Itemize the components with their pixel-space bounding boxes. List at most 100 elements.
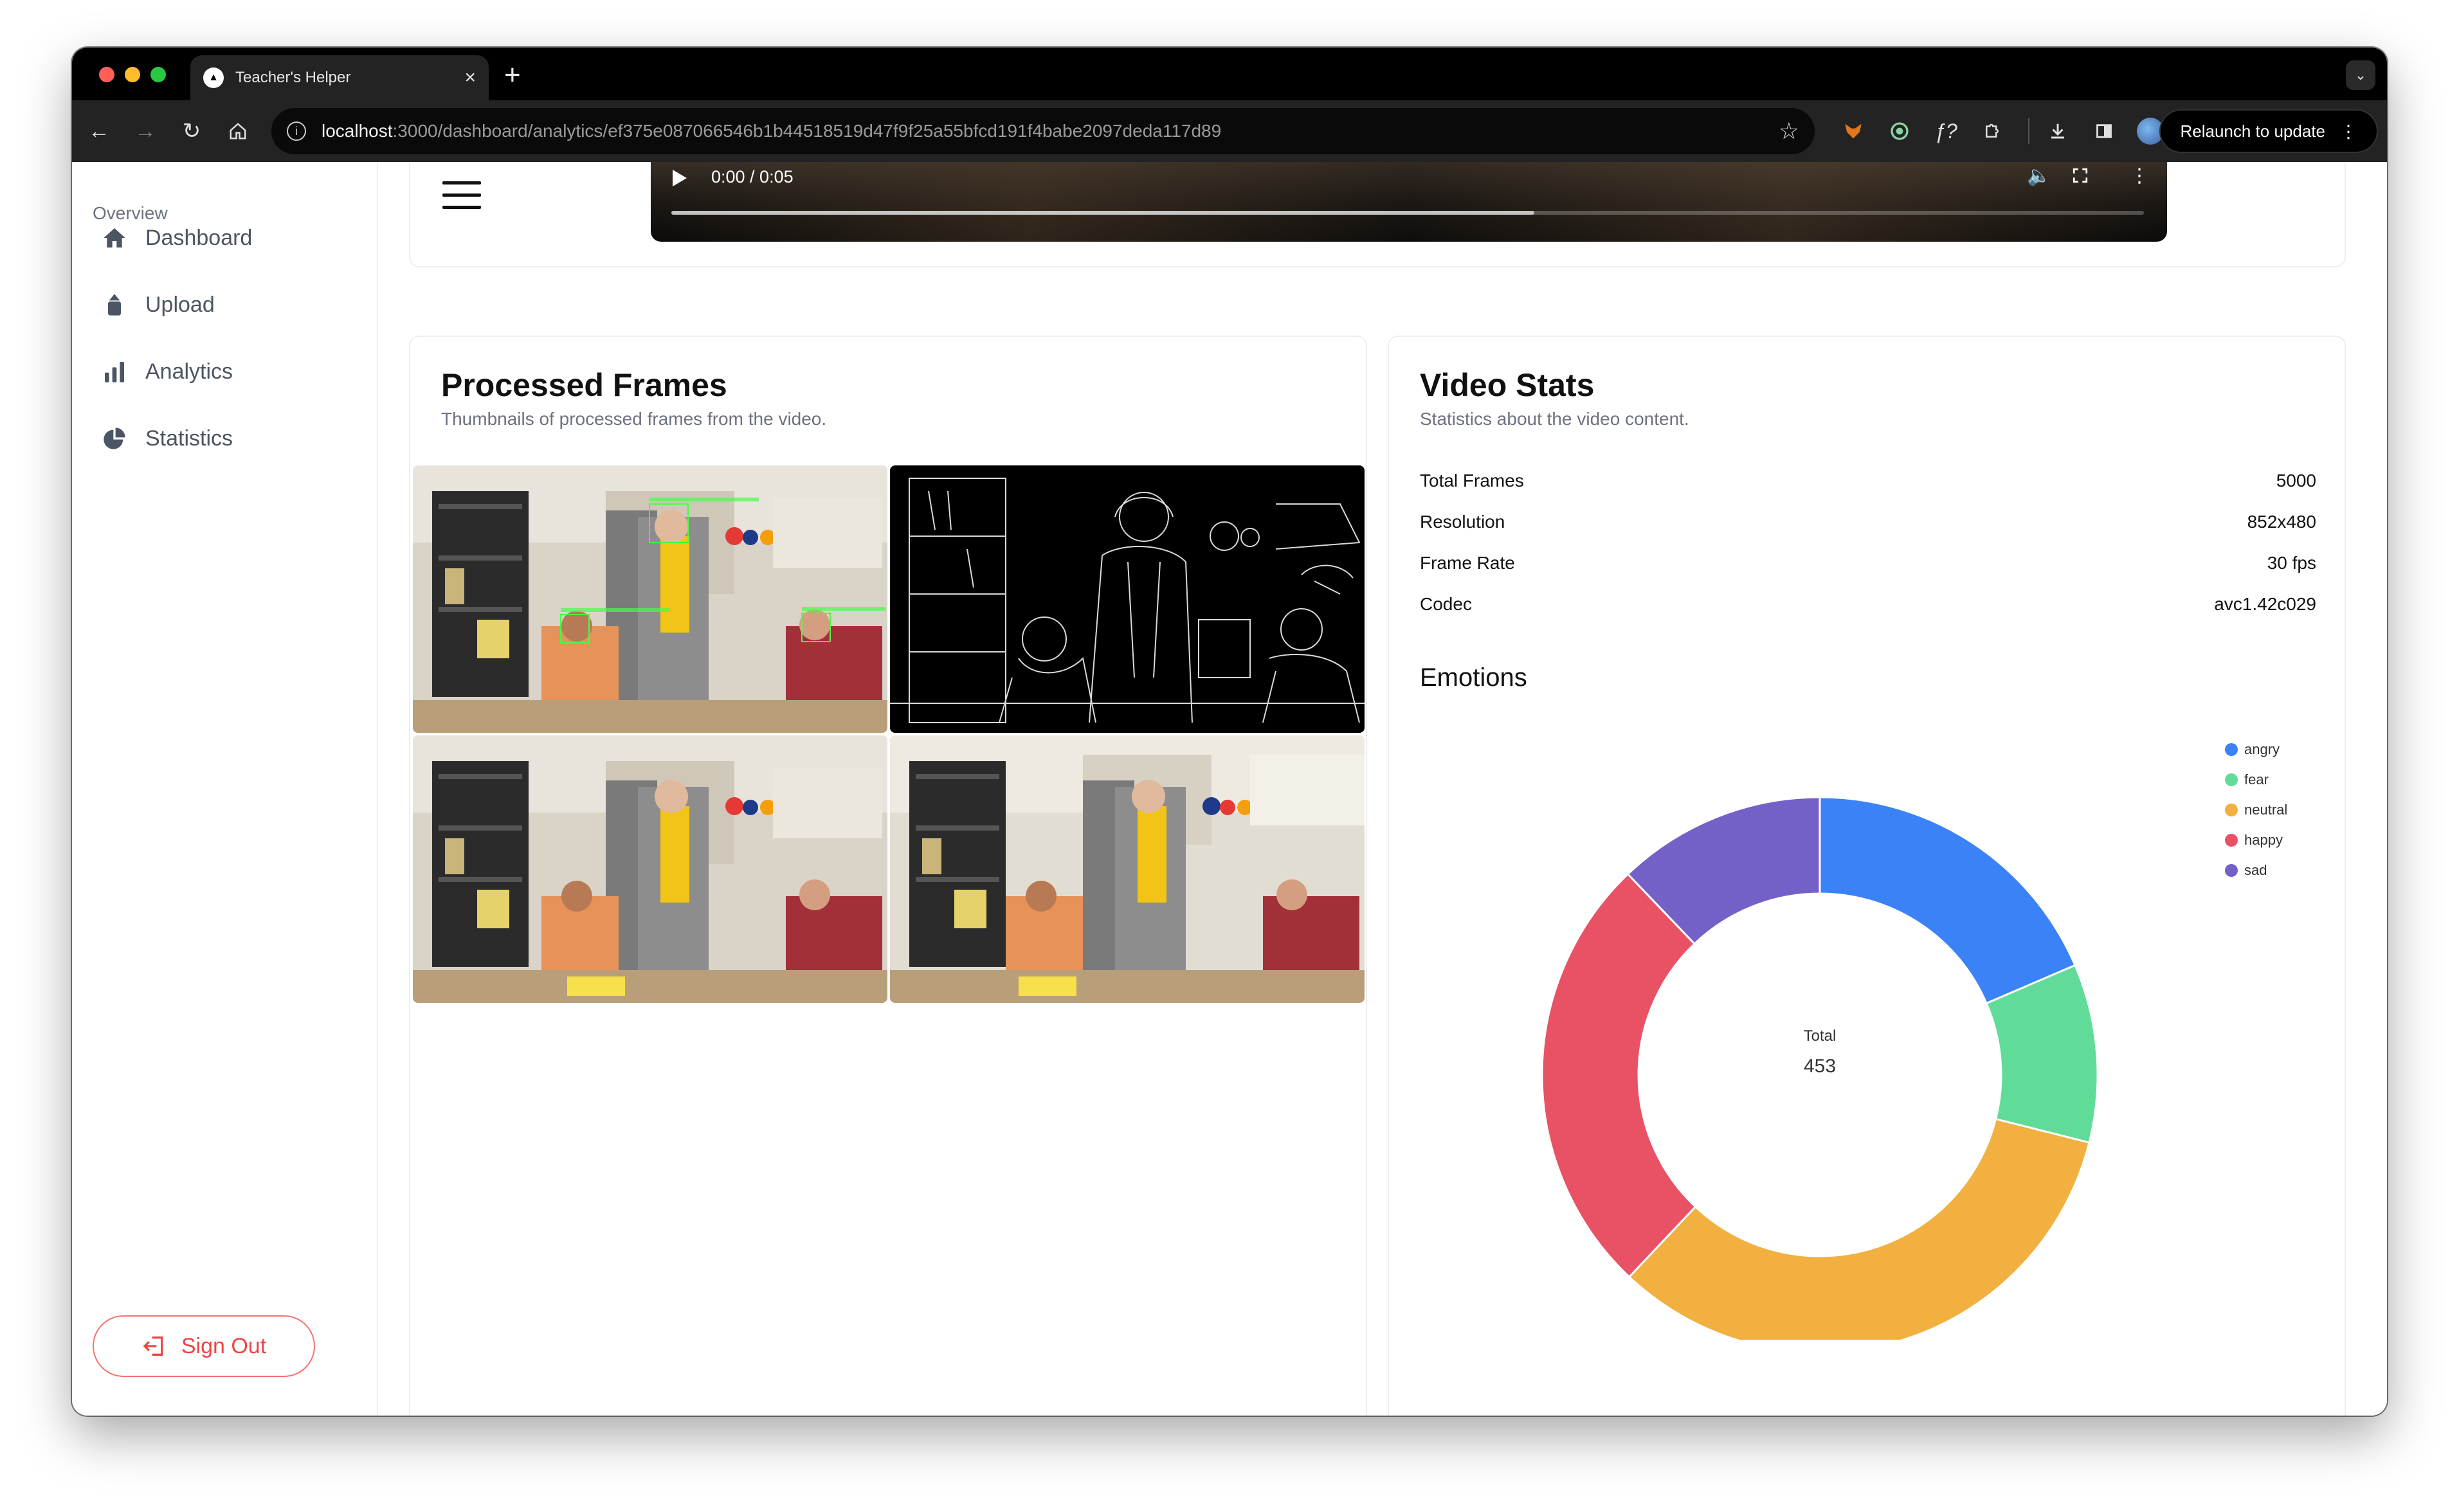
sign-out-icon [141,1333,167,1359]
donut-slice-neutral[interactable] [1628,1117,2091,1340]
toolbar-separator [2028,118,2029,144]
stat-key: Resolution [1420,512,1505,532]
address-bar[interactable]: i localhost:3000/dashboard/analytics/ef3… [271,108,1815,154]
stat-key: Codec [1420,594,1472,614]
video-frame [651,162,2167,242]
relaunch-label: Relaunch to update [2180,121,2325,141]
sign-out-label: Sign Out [181,1333,267,1358]
browser-toolbar: ← → ↻ i localhost:3000/dashboard/analyti… [72,100,2387,162]
frame-thumbnail[interactable] [890,735,1365,1003]
donut-slice-angry[interactable] [1819,796,2076,1005]
legend-item-angry[interactable]: angry [2225,734,2287,764]
star-icon[interactable]: ☆ [1779,118,1799,145]
video-progress-bar[interactable] [671,211,2144,215]
stat-value: 30 fps [2267,553,2316,573]
card-subtitle: Thumbnails of processed frames from the … [441,409,827,429]
back-arrow-icon[interactable]: ← [80,112,118,150]
legend-item-sad[interactable]: sad [2225,855,2287,885]
stat-value: 5000 [2276,471,2316,491]
legend-swatch [2225,833,2238,847]
sign-out-button[interactable]: Sign Out [93,1315,315,1377]
side-panel-icon[interactable] [2085,112,2123,150]
frame-thumbnail[interactable] [413,735,887,1003]
legend-swatch [2225,803,2238,816]
legend-item-fear[interactable]: fear [2225,764,2287,795]
stat-row-codec: Codec avc1.42c029 [1420,594,2316,620]
browser-window: ▲ Teacher's Helper × + ⌄ ← → ↻ i localho… [72,48,2387,1416]
sidebar: Overview Dashboard Upload Analytics Stat… [72,162,378,1416]
new-tab-button[interactable]: + [504,59,521,91]
url-text: localhost:3000/dashboard/analytics/ef375… [322,121,1222,141]
stat-value: 852x480 [2247,512,2316,532]
sidebar-item-statistics[interactable]: Statistics [100,419,233,458]
stat-value: avc1.42c029 [2214,594,2316,614]
sidebar-item-label: Dashboard [145,225,253,250]
info-icon[interactable]: i [287,122,306,141]
target-extension-icon[interactable] [1880,112,1919,150]
bar-chart-icon [100,357,129,386]
stat-key: Total Frames [1420,471,1524,491]
fox-extension-icon[interactable] [1834,112,1873,150]
chart-legend: angry fear neutral happy sad [2225,734,2287,885]
forward-arrow-icon[interactable]: → [126,112,165,150]
card-title: Video Stats [1420,367,1595,403]
tab-title: Teacher's Helper [235,69,351,86]
legend-label: happy [2244,831,2283,848]
chart-center-value: 453 [1803,1056,1837,1077]
play-icon[interactable] [673,170,687,186]
fullscreen-icon[interactable] [2072,167,2089,184]
triangle-logo-icon: ▲ [203,68,224,88]
sidebar-item-upload[interactable]: Upload [100,285,215,324]
download-icon[interactable] [2038,112,2077,150]
home-icon [100,224,129,252]
stat-row-frame-rate: Frame Rate 30 fps [1420,553,2316,579]
card-subtitle: Statistics about the video content. [1420,409,1689,429]
video-card: 0:00 / 0:05 🔈 ⋮ [409,162,2346,267]
frame-thumbnail[interactable] [890,465,1365,733]
main-content: 0:00 / 0:05 🔈 ⋮ Processed Frames Thumbna… [378,162,2387,1416]
browser-tab[interactable]: ▲ Teacher's Helper × [190,55,489,100]
frame-thumbnail[interactable] [413,465,887,733]
pie-chart-icon [100,424,129,453]
sidebar-item-dashboard[interactable]: Dashboard [100,219,252,257]
home-icon[interactable] [219,112,257,150]
stat-row-resolution: Resolution 852x480 [1420,512,2316,537]
processed-frames-card: Processed Frames Thumbnails of processed… [409,336,1367,1416]
sidebar-item-label: Upload [145,292,215,317]
video-buffered-bar [671,211,1534,215]
video-time: 0:00 / 0:05 [711,167,794,186]
hamburger-menu-icon[interactable] [442,181,481,210]
function-extension-icon[interactable]: ƒ? [1927,112,1965,150]
legend-item-happy[interactable]: happy [2225,825,2287,855]
relaunch-button[interactable]: Relaunch to update ⋮ [2159,109,2378,153]
card-title: Processed Frames [441,367,727,403]
minimize-window-button[interactable] [125,67,140,82]
video-stats-card: Video Stats Statistics about the video c… [1388,336,2346,1416]
donut-slice-happy[interactable] [1541,872,1697,1279]
legend-label: sad [2244,861,2267,878]
kebab-menu-icon[interactable]: ⋮ [2339,121,2357,142]
chevron-down-icon[interactable]: ⌄ [2346,60,2375,90]
legend-swatch [2225,773,2238,786]
puzzle-icon[interactable] [1973,112,2011,150]
volume-icon[interactable]: 🔈 [2027,165,2051,187]
upload-icon [100,291,129,319]
video-options-icon[interactable]: ⋮ [2130,165,2149,187]
maximize-window-button[interactable] [150,67,166,82]
emotions-heading: Emotions [1420,663,1527,692]
emotions-donut-chart [1541,796,2099,1340]
tab-strip: ▲ Teacher's Helper × + ⌄ [72,48,2387,100]
close-window-button[interactable] [99,67,114,82]
sidebar-item-label: Statistics [145,426,233,451]
legend-swatch [2225,742,2238,756]
legend-item-neutral[interactable]: neutral [2225,795,2287,825]
sidebar-item-analytics[interactable]: Analytics [100,352,233,391]
close-icon[interactable]: × [464,67,476,89]
frame-thumbnails [413,465,1365,1003]
video-player[interactable]: 0:00 / 0:05 🔈 ⋮ [651,162,2167,242]
stat-row-total-frames: Total Frames 5000 [1420,471,2316,496]
legend-label: fear [2244,771,2269,788]
page-content: Overview Dashboard Upload Analytics Stat… [72,162,2387,1416]
chart-center-label: Total [1803,1027,1837,1045]
reload-icon[interactable]: ↻ [172,112,211,150]
